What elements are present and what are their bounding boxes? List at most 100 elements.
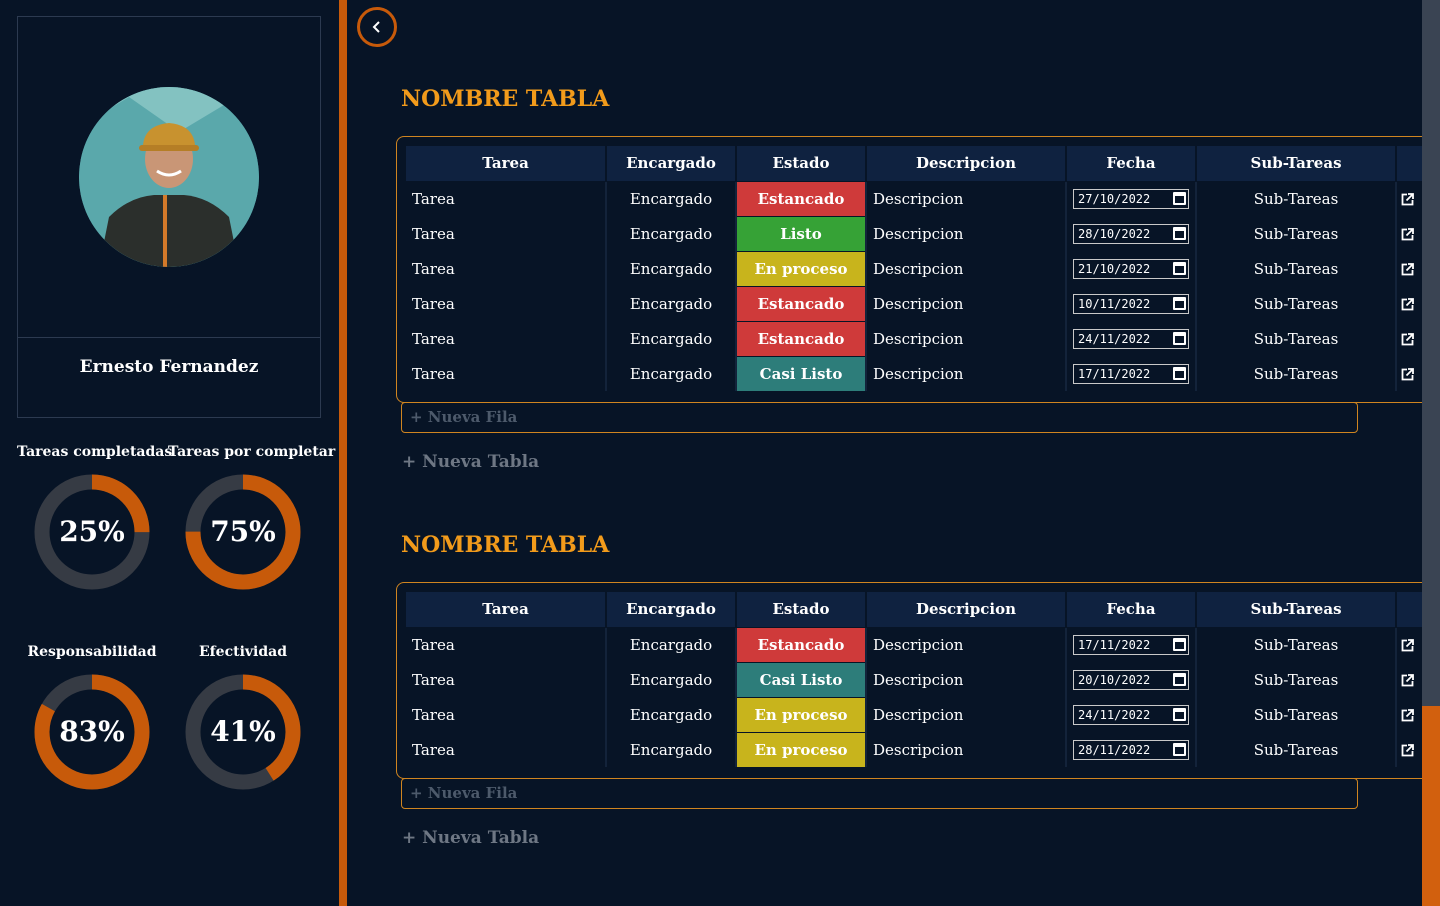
- cell-tarea[interactable]: Tarea: [406, 320, 607, 356]
- cell-descripcion[interactable]: Descripcion: [866, 320, 1067, 356]
- date-input[interactable]: 17/11/2022: [1073, 634, 1189, 655]
- column-header-descripcion: Descripcion: [866, 592, 1067, 627]
- table-row: Tarea Encargado Estancado Descripcion 24/11/…: [406, 320, 1437, 356]
- date-input[interactable]: 24/11/2022: [1073, 328, 1189, 349]
- cell-subtareas[interactable]: Sub-Tareas: [1196, 215, 1397, 251]
- cell-tarea[interactable]: Tarea: [406, 626, 607, 662]
- cell-estado[interactable]: En proceso: [736, 250, 867, 286]
- cell-encargado[interactable]: Encargado: [606, 731, 737, 767]
- new-row-input[interactable]: + Nueva Fila: [401, 402, 1358, 433]
- cell-descripcion[interactable]: Descripcion: [866, 731, 1067, 767]
- cell-subtareas[interactable]: Sub-Tareas: [1196, 355, 1397, 391]
- cell-estado[interactable]: Estancado: [736, 626, 867, 662]
- date-input[interactable]: 10/11/2022: [1073, 293, 1189, 314]
- calendar-icon[interactable]: [1173, 227, 1186, 240]
- calendar-icon[interactable]: [1173, 673, 1186, 686]
- external-link-icon[interactable]: [1401, 744, 1414, 757]
- cell-encargado[interactable]: Encargado: [606, 215, 737, 251]
- cell-fecha: 17/11/2022: [1066, 355, 1197, 391]
- calendar-icon[interactable]: [1173, 332, 1186, 345]
- cell-descripcion[interactable]: Descripcion: [866, 250, 1067, 286]
- column-header-encargado: Encargado: [606, 592, 737, 627]
- calendar-icon[interactable]: [1173, 708, 1186, 721]
- cell-subtareas[interactable]: Sub-Tareas: [1196, 285, 1397, 321]
- calendar-icon[interactable]: [1173, 192, 1186, 205]
- cell-subtareas[interactable]: Sub-Tareas: [1196, 626, 1397, 662]
- new-table-button[interactable]: + Nueva Tabla: [402, 452, 539, 472]
- column-header-subtareas: Sub-Tareas: [1196, 146, 1397, 181]
- external-link-icon[interactable]: [1401, 263, 1414, 276]
- date-input[interactable]: 20/10/2022: [1073, 669, 1189, 690]
- cell-subtareas[interactable]: Sub-Tareas: [1196, 661, 1397, 697]
- external-link-icon[interactable]: [1401, 368, 1414, 381]
- cell-estado[interactable]: Casi Listo: [736, 661, 867, 697]
- back-button[interactable]: [357, 7, 397, 47]
- column-header-estado: Estado: [736, 146, 867, 181]
- external-link-icon[interactable]: [1401, 298, 1414, 311]
- cell-tarea[interactable]: Tarea: [406, 215, 607, 251]
- stat-efectividad: Efectividad 41%: [168, 644, 318, 790]
- cell-encargado[interactable]: Encargado: [606, 180, 737, 216]
- cell-subtareas[interactable]: Sub-Tareas: [1196, 180, 1397, 216]
- cell-encargado[interactable]: Encargado: [606, 250, 737, 286]
- new-table-button[interactable]: + Nueva Tabla: [402, 828, 539, 848]
- cell-descripcion[interactable]: Descripcion: [866, 285, 1067, 321]
- calendar-icon[interactable]: [1173, 743, 1186, 757]
- cell-encargado[interactable]: Encargado: [606, 696, 737, 732]
- cell-encargado[interactable]: Encargado: [606, 320, 737, 356]
- calendar-icon[interactable]: [1173, 262, 1186, 275]
- cell-tarea[interactable]: Tarea: [406, 355, 607, 391]
- cell-descripcion[interactable]: Descripcion: [866, 626, 1067, 662]
- date-input[interactable]: 28/11/2022: [1073, 739, 1189, 760]
- cell-estado[interactable]: Casi Listo: [736, 355, 867, 391]
- date-input[interactable]: 28/10/2022: [1073, 223, 1189, 244]
- calendar-icon[interactable]: [1173, 297, 1186, 310]
- cell-tarea[interactable]: Tarea: [406, 250, 607, 286]
- stat-label: Tareas por completar: [168, 444, 336, 460]
- cell-estado[interactable]: Estancado: [736, 285, 867, 321]
- cell-estado[interactable]: En proceso: [736, 696, 867, 732]
- cell-descripcion[interactable]: Descripcion: [866, 696, 1067, 732]
- cell-encargado[interactable]: Encargado: [606, 661, 737, 697]
- cell-encargado[interactable]: Encargado: [606, 626, 737, 662]
- external-link-icon[interactable]: [1401, 228, 1414, 241]
- cell-encargado[interactable]: Encargado: [606, 285, 737, 321]
- new-row-input[interactable]: + Nueva Fila: [401, 778, 1358, 809]
- cell-fecha: 10/11/2022: [1066, 285, 1197, 321]
- cell-tarea[interactable]: Tarea: [406, 661, 607, 697]
- scrollbar-thumb[interactable]: [1422, 706, 1440, 906]
- cell-tarea[interactable]: Tarea: [406, 696, 607, 732]
- cell-estado[interactable]: Listo: [736, 215, 867, 251]
- cell-subtareas[interactable]: Sub-Tareas: [1196, 320, 1397, 356]
- table-row: Tarea Encargado En proceso Descripcion 24/11…: [406, 696, 1437, 732]
- cell-estado[interactable]: En proceso: [736, 731, 867, 767]
- external-link-icon[interactable]: [1401, 193, 1414, 206]
- external-link-icon[interactable]: [1401, 639, 1414, 652]
- cell-descripcion[interactable]: Descripcion: [866, 661, 1067, 697]
- calendar-icon[interactable]: [1173, 367, 1186, 381]
- cell-subtareas[interactable]: Sub-Tareas: [1196, 250, 1397, 286]
- stat-label: Tareas completadas: [17, 444, 173, 460]
- cell-descripcion[interactable]: Descripcion: [866, 180, 1067, 216]
- external-link-icon[interactable]: [1401, 709, 1414, 722]
- scrollbar[interactable]: [1422, 0, 1440, 906]
- date-input[interactable]: 17/11/2022: [1073, 363, 1189, 384]
- cell-encargado[interactable]: Encargado: [606, 355, 737, 391]
- calendar-icon[interactable]: [1173, 638, 1186, 651]
- cell-estado[interactable]: Estancado: [736, 320, 867, 356]
- cell-descripcion[interactable]: Descripcion: [866, 355, 1067, 391]
- cell-estado[interactable]: Estancado: [736, 180, 867, 216]
- cell-subtareas[interactable]: Sub-Tareas: [1196, 731, 1397, 767]
- date-input[interactable]: 21/10/2022: [1073, 258, 1189, 279]
- cell-tarea[interactable]: Tarea: [406, 180, 607, 216]
- cell-tarea[interactable]: Tarea: [406, 731, 607, 767]
- date-input[interactable]: 24/11/2022: [1073, 704, 1189, 725]
- external-link-icon[interactable]: [1401, 674, 1414, 687]
- date-input[interactable]: 27/10/2022: [1073, 188, 1189, 209]
- cell-tarea[interactable]: Tarea: [406, 285, 607, 321]
- avatar[interactable]: [79, 87, 259, 267]
- date-value: 28/11/2022: [1078, 742, 1151, 757]
- external-link-icon[interactable]: [1401, 333, 1414, 346]
- cell-subtareas[interactable]: Sub-Tareas: [1196, 696, 1397, 732]
- cell-descripcion[interactable]: Descripcion: [866, 215, 1067, 251]
